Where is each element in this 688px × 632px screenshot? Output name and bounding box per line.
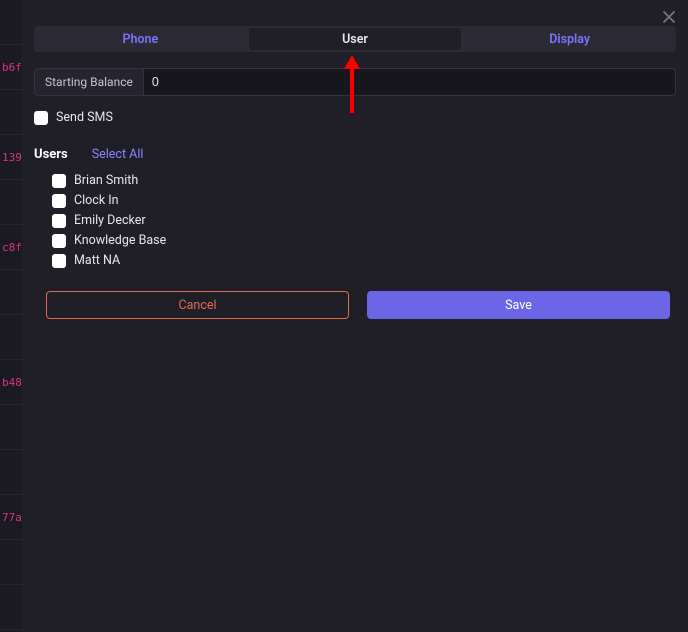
list-item: Clock In xyxy=(52,192,676,209)
settings-modal: Phone User Display Starting Balance Send… xyxy=(22,0,688,632)
user-name: Brian Smith xyxy=(74,173,138,188)
background-row xyxy=(0,405,22,450)
button-row: Cancel Save xyxy=(46,291,670,319)
starting-balance-row: Starting Balance xyxy=(34,68,676,96)
user-checkbox[interactable] xyxy=(52,254,66,268)
background-row xyxy=(0,0,22,45)
select-all-link[interactable]: Select All xyxy=(92,147,144,162)
users-title: Users xyxy=(34,147,68,162)
background-row xyxy=(0,90,22,135)
user-name: Emily Decker xyxy=(74,213,146,228)
background-id-list: b6f1399c8f1b4877atfe2 xyxy=(0,0,22,632)
user-checkbox[interactable] xyxy=(52,174,66,188)
list-item: Matt NA xyxy=(52,252,676,269)
user-checkbox[interactable] xyxy=(52,194,66,208)
background-row xyxy=(0,585,22,630)
tab-display[interactable]: Display xyxy=(463,26,676,52)
background-row-id: b6f xyxy=(2,61,22,74)
send-sms-row: Send SMS xyxy=(34,110,676,125)
close-icon[interactable] xyxy=(660,8,678,26)
background-row-id: 1399 xyxy=(2,151,22,164)
list-item: Brian Smith xyxy=(52,172,676,189)
background-row: b6f xyxy=(0,45,22,90)
user-checkbox[interactable] xyxy=(52,214,66,228)
background-row: b48 xyxy=(0,360,22,405)
tab-bar: Phone User Display xyxy=(34,26,676,52)
user-name: Knowledge Base xyxy=(74,233,166,248)
user-list: Brian Smith Clock In Emily Decker Knowledge… xyxy=(52,172,676,269)
background-row-id: 77at xyxy=(2,511,22,524)
save-button[interactable]: Save xyxy=(367,291,670,319)
background-row xyxy=(0,180,22,225)
users-header: Users Select All xyxy=(34,147,676,162)
user-checkbox[interactable] xyxy=(52,234,66,248)
list-item: Emily Decker xyxy=(52,212,676,229)
starting-balance-input[interactable] xyxy=(143,68,676,96)
background-row xyxy=(0,270,22,315)
list-item: Knowledge Base xyxy=(52,232,676,249)
background-row-id: b48 xyxy=(2,376,22,389)
send-sms-label: Send SMS xyxy=(56,110,113,125)
background-row xyxy=(0,450,22,495)
background-row: 1399 xyxy=(0,135,22,180)
background-row xyxy=(0,315,22,360)
tab-user[interactable]: User xyxy=(249,28,462,50)
starting-balance-label: Starting Balance xyxy=(34,68,143,96)
send-sms-checkbox[interactable] xyxy=(34,111,48,125)
user-name: Matt NA xyxy=(74,253,120,268)
user-name: Clock In xyxy=(74,193,119,208)
background-row: 77at xyxy=(0,495,22,540)
background-row-id: c8f1 xyxy=(2,241,22,254)
background-row xyxy=(0,540,22,585)
tab-phone[interactable]: Phone xyxy=(34,26,247,52)
cancel-button[interactable]: Cancel xyxy=(46,291,349,319)
background-row: c8f1 xyxy=(0,225,22,270)
